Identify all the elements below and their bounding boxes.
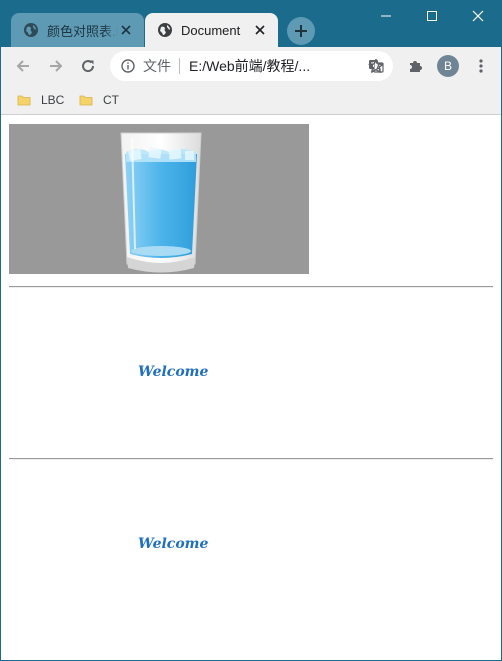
maximize-icon — [427, 11, 437, 21]
close-icon — [472, 10, 484, 22]
arrow-right-icon — [50, 60, 63, 72]
horizontal-rule — [9, 458, 493, 460]
extensions-button[interactable] — [402, 52, 430, 80]
horizontal-rule — [9, 286, 493, 288]
minimize-button[interactable] — [363, 1, 409, 31]
puzzle-icon — [410, 61, 422, 72]
folder-icon — [79, 95, 93, 106]
folder-icon — [17, 95, 31, 106]
bookmark-ct[interactable]: CT — [79, 89, 119, 111]
forward-button[interactable] — [42, 52, 70, 80]
tab-title: 颜色对照表.h — [47, 23, 118, 39]
globe-icon — [23, 22, 39, 38]
info-icon[interactable] — [121, 59, 135, 73]
more-vertical-icon — [479, 59, 483, 73]
tab-color-table[interactable]: 颜色对照表.h — [11, 13, 144, 47]
minimize-icon — [381, 15, 391, 17]
page-content: Welcome Welcome — [1, 116, 501, 660]
tab-title: Document — [181, 22, 241, 38]
water-glass-image — [9, 124, 309, 274]
bookmark-lbc[interactable]: LBC — [17, 89, 64, 111]
bookmark-star-button[interactable] — [362, 52, 390, 80]
bookmark-label: CT — [103, 93, 119, 107]
water-glass-icon — [120, 132, 202, 273]
maximize-button[interactable] — [409, 1, 455, 31]
close-tab-icon[interactable] — [118, 22, 134, 38]
reload-button[interactable] — [74, 52, 102, 80]
tab-strip: 颜色对照表.h Document — [1, 1, 501, 47]
new-tab-button[interactable] — [287, 17, 315, 45]
reload-icon — [82, 60, 95, 73]
browser-toolbar: 文件 E:/Web前端/教程/... B — [1, 47, 501, 85]
omnibox-divider — [179, 58, 180, 74]
close-window-button[interactable] — [455, 1, 501, 31]
address-bar[interactable]: 文件 E:/Web前端/教程/... — [110, 51, 393, 81]
scrolling-text: Welcome — [138, 364, 209, 380]
scrolling-text: Welcome — [138, 536, 209, 552]
back-button[interactable] — [9, 52, 37, 80]
arrow-left-icon — [16, 60, 29, 72]
tab-document[interactable]: Document — [145, 13, 278, 47]
browser-window: 颜色对照表.h Document 文件 E:/Web前端/教程/... B LB… — [0, 0, 502, 661]
profile-avatar[interactable]: B — [437, 55, 459, 77]
plus-icon — [295, 25, 307, 37]
url-text[interactable]: E:/Web前端/教程/... — [189, 56, 365, 76]
bookmark-label: LBC — [41, 93, 65, 107]
close-tab-icon[interactable] — [252, 22, 268, 38]
bookmarks-bar: LBC CT — [1, 85, 501, 115]
star-icon — [368, 58, 384, 73]
menu-button[interactable] — [467, 52, 495, 80]
scheme-label: 文件 — [143, 58, 171, 74]
globe-icon — [157, 22, 173, 38]
